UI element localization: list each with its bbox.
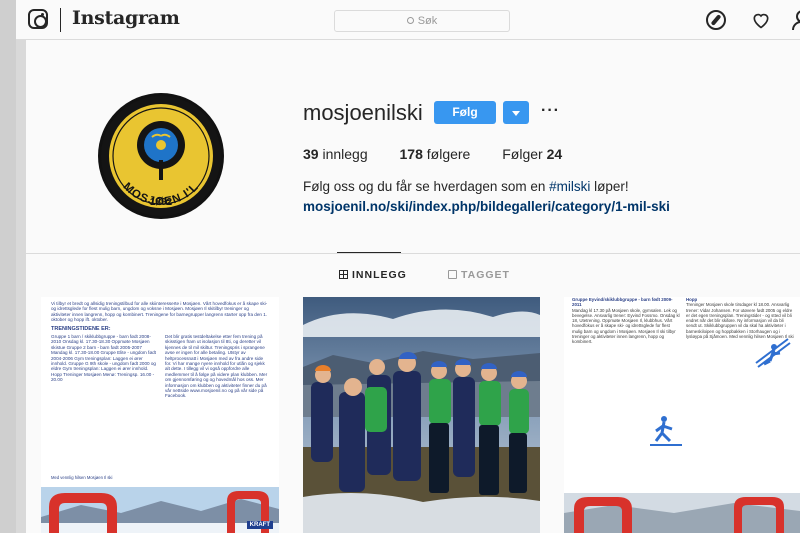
- search-icon: [406, 17, 414, 24]
- follow-button[interactable]: Følg: [434, 101, 496, 124]
- cross-country-skier-icon: [650, 416, 682, 446]
- person-icon[interactable]: [792, 10, 800, 30]
- instagram-wordmark[interactable]: Instagram: [72, 7, 180, 29]
- posts-label: innlegg: [322, 146, 368, 162]
- instagram-glyph-icon[interactable]: [28, 9, 48, 29]
- search-placeholder: Søk: [417, 15, 438, 27]
- followers-label: følgere: [426, 146, 471, 162]
- active-tab-indicator: [337, 252, 401, 253]
- browser-left-edge: [0, 0, 16, 533]
- info-left-body: Mandag kl 17.30 på Mosjøen skole, gymsal…: [572, 307, 680, 345]
- following-stat[interactable]: Følger 24: [502, 146, 562, 162]
- bio-suffix: løper!: [590, 179, 629, 194]
- club-logo-year: 1892: [150, 197, 173, 208]
- profile-stats: 39 innlegg 178 følgere Følger 24: [303, 146, 590, 162]
- poster-intro-text: Vi tilbyr et bredt og allsidig treningst…: [51, 301, 268, 323]
- post-thumbnail-3[interactable]: Gruppe Eyvind/skiklubbgruppe - barn født…: [564, 297, 800, 533]
- poster-column-right: Det blir gratis testdeltakelse etter fem…: [165, 334, 268, 399]
- tab-posts-label: INNLEGG: [352, 269, 407, 281]
- poster-title: TRENINGSTIDENE ER:: [51, 326, 111, 332]
- team-photo: [303, 297, 540, 533]
- followers-count: 178: [399, 146, 423, 162]
- post-thumbnail-2[interactable]: [303, 297, 540, 533]
- followers-stat[interactable]: 178 følgere: [400, 146, 471, 162]
- info-left-title: Gruppe Eyvind/skiklubbgruppe - barn født…: [572, 297, 673, 308]
- tag-person-icon: [448, 270, 457, 279]
- top-navigation-bar: Instagram Søk: [16, 0, 800, 40]
- post-thumbnail-1[interactable]: Vi tilbyr et bredt og allsidig treningst…: [41, 297, 279, 533]
- info-right-title: Hopp: [686, 297, 698, 302]
- poster-footer: Med vennlig hilsen Mosjøen Il ski: [51, 475, 113, 480]
- bio-text: Følg oss og du får se hverdagen som en: [303, 179, 550, 194]
- grid-icon: [339, 270, 348, 279]
- info-column-left: Gruppe Eyvind/skiklubbgruppe - barn født…: [572, 297, 680, 345]
- poster-photo-arch: [564, 493, 800, 533]
- poster-sponsor-badge: KRAFT: [246, 521, 273, 529]
- more-options-button[interactable]: ···: [541, 102, 560, 120]
- logo-divider: [60, 8, 61, 32]
- tab-tagged-label: TAGGET: [461, 269, 510, 281]
- posts-stat: 39 innlegg: [303, 146, 368, 162]
- following-count: 24: [546, 146, 563, 162]
- compass-icon[interactable]: [706, 10, 726, 30]
- tabs-divider: [26, 253, 800, 254]
- club-logo: MOSJØEN I'L 1892: [101, 96, 221, 216]
- posts-count: 39: [303, 146, 319, 162]
- following-label: Følger: [502, 146, 543, 162]
- search-input[interactable]: Søk: [334, 10, 510, 32]
- tab-tagged[interactable]: TAGGET: [448, 269, 510, 281]
- heart-icon[interactable]: [751, 10, 771, 30]
- poster-photo-arches: [41, 487, 279, 533]
- suggestions-dropdown-button[interactable]: [503, 101, 529, 124]
- profile-page: MOSJØEN I'L 1892 mosjoenilski Følg ··· 3…: [26, 40, 800, 533]
- tab-posts[interactable]: INNLEGG: [339, 269, 407, 281]
- profile-bio: Følg oss og du får se hverdagen som en #…: [303, 179, 629, 194]
- profile-username: mosjoenilski: [303, 100, 423, 125]
- profile-avatar[interactable]: MOSJØEN I'L 1892: [98, 93, 224, 219]
- bio-hashtag-link[interactable]: #milski: [549, 179, 590, 194]
- poster-column-left: Gruppe 1 barn / skiklubbgruppe - barn fø…: [51, 334, 156, 383]
- profile-website-link[interactable]: mosjoenil.no/ski/index.php/bildegalleri/…: [303, 199, 670, 214]
- ski-jumper-icon: [755, 338, 791, 368]
